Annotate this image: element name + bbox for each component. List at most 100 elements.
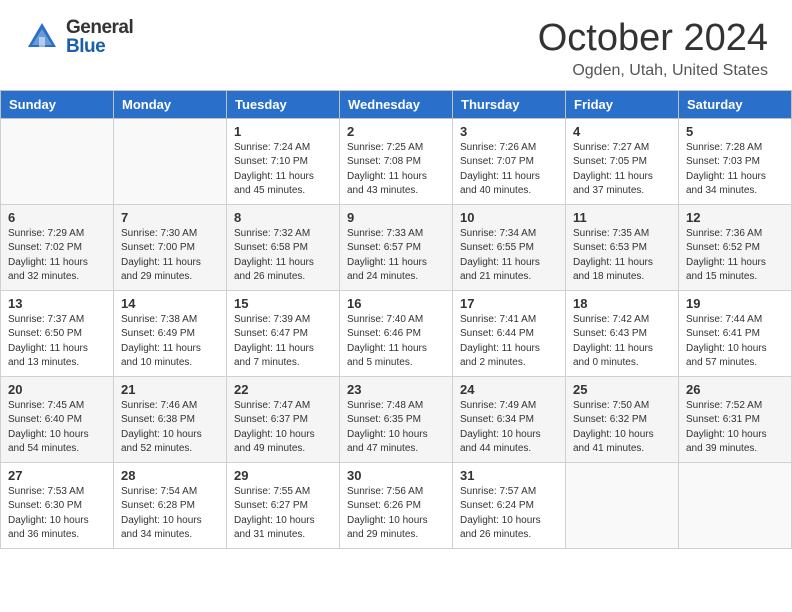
day-info: Sunrise: 7:50 AM Sunset: 6:32 PM Dayligh… [573,399,671,457]
day-info: Sunrise: 7:39 AM Sunset: 6:47 PM Dayligh… [234,313,332,371]
logo-general-text: General [66,18,133,37]
day-info: Sunrise: 7:52 AM Sunset: 6:31 PM Dayligh… [686,399,784,457]
month-title: October 2024 [538,18,768,60]
table-row: 25 Sunrise: 7:50 AM Sunset: 6:32 PM Dayli… [566,376,679,462]
col-friday: Friday [566,90,679,118]
day-number: 28 [121,468,219,483]
table-row: 1 Sunrise: 7:24 AM Sunset: 7:10 PM Daylig… [227,118,340,204]
table-row: 10 Sunrise: 7:34 AM Sunset: 6:55 PM Dayli… [453,204,566,290]
table-row: 31 Sunrise: 7:57 AM Sunset: 6:24 PM Dayli… [453,462,566,548]
day-info: Sunrise: 7:46 AM Sunset: 6:38 PM Dayligh… [121,399,219,457]
day-number: 5 [686,124,784,139]
day-info: Sunrise: 7:56 AM Sunset: 6:26 PM Dayligh… [347,485,445,543]
table-row: 5 Sunrise: 7:28 AM Sunset: 7:03 PM Daylig… [679,118,792,204]
day-info: Sunrise: 7:24 AM Sunset: 7:10 PM Dayligh… [234,141,332,199]
table-row: 13 Sunrise: 7:37 AM Sunset: 6:50 PM Dayli… [1,290,114,376]
day-info: Sunrise: 7:48 AM Sunset: 6:35 PM Dayligh… [347,399,445,457]
day-info: Sunrise: 7:40 AM Sunset: 6:46 PM Dayligh… [347,313,445,371]
table-row: 4 Sunrise: 7:27 AM Sunset: 7:05 PM Daylig… [566,118,679,204]
table-row [1,118,114,204]
location-title: Ogden, Utah, United States [538,62,768,80]
day-number: 23 [347,382,445,397]
day-number: 11 [573,210,671,225]
table-row: 20Sunrise: 7:45 AM Sunset: 6:40 PM Dayli… [1,376,114,462]
day-number: 14 [121,296,219,311]
day-number: 26 [686,382,784,397]
calendar-table: Sunday Monday Tuesday Wednesday Thursday… [0,90,792,549]
day-number: 4 [573,124,671,139]
table-row: 28 Sunrise: 7:54 AM Sunset: 6:28 PM Dayli… [114,462,227,548]
day-number: 25 [573,382,671,397]
calendar-week-row: 1 Sunrise: 7:24 AM Sunset: 7:10 PM Daylig… [1,118,792,204]
table-row: 19 Sunrise: 7:44 AM Sunset: 6:41 PM Dayli… [679,290,792,376]
day-info: Sunrise: 7:28 AM Sunset: 7:03 PM Dayligh… [686,141,784,199]
day-number: 7 [121,210,219,225]
day-info: Sunrise: 7:33 AM Sunset: 6:57 PM Dayligh… [347,227,445,285]
logo-blue-text: Blue [66,37,133,56]
calendar-week-row: 6Sunrise: 7:29 AM Sunset: 7:02 PM Daylig… [1,204,792,290]
day-info: Sunrise: 7:29 AM Sunset: 7:02 PM Dayligh… [8,227,106,285]
day-info: Sunrise: 7:54 AM Sunset: 6:28 PM Dayligh… [121,485,219,543]
calendar-header-row: Sunday Monday Tuesday Wednesday Thursday… [1,90,792,118]
day-number: 15 [234,296,332,311]
logo-name: General Blue [66,18,133,56]
day-info: Sunrise: 7:42 AM Sunset: 6:43 PM Dayligh… [573,313,671,371]
day-number: 29 [234,468,332,483]
table-row [114,118,227,204]
day-info: Sunrise: 7:41 AM Sunset: 6:44 PM Dayligh… [460,313,558,371]
day-info: Sunrise: 7:34 AM Sunset: 6:55 PM Dayligh… [460,227,558,285]
day-info: Sunrise: 7:37 AM Sunset: 6:50 PM Dayligh… [8,313,106,371]
day-number: 31 [460,468,558,483]
table-row: 12Sunrise: 7:36 AM Sunset: 6:52 PM Dayli… [679,204,792,290]
day-number: 30 [347,468,445,483]
table-row: 22Sunrise: 7:47 AM Sunset: 6:37 PM Dayli… [227,376,340,462]
calendar-week-row: 13 Sunrise: 7:37 AM Sunset: 6:50 PM Dayli… [1,290,792,376]
table-row: 6Sunrise: 7:29 AM Sunset: 7:02 PM Daylig… [1,204,114,290]
day-info: Sunrise: 7:25 AM Sunset: 7:08 PM Dayligh… [347,141,445,199]
day-info: Sunrise: 7:57 AM Sunset: 6:24 PM Dayligh… [460,485,558,543]
day-number: 8 [234,210,332,225]
day-number: 1 [234,124,332,139]
table-row: 11 Sunrise: 7:35 AM Sunset: 6:53 PM Dayli… [566,204,679,290]
day-info: Sunrise: 7:49 AM Sunset: 6:34 PM Dayligh… [460,399,558,457]
logo-icon [24,19,60,55]
table-row: 9 Sunrise: 7:33 AM Sunset: 6:57 PM Daylig… [340,204,453,290]
page: General Blue October 2024 Ogden, Utah, U… [0,0,792,612]
day-info: Sunrise: 7:32 AM Sunset: 6:58 PM Dayligh… [234,227,332,285]
logo: General Blue [24,18,133,56]
day-info: Sunrise: 7:27 AM Sunset: 7:05 PM Dayligh… [573,141,671,199]
col-saturday: Saturday [679,90,792,118]
table-row: 3Sunrise: 7:26 AM Sunset: 7:07 PM Daylig… [453,118,566,204]
day-info: Sunrise: 7:35 AM Sunset: 6:53 PM Dayligh… [573,227,671,285]
table-row: 26 Sunrise: 7:52 AM Sunset: 6:31 PM Dayli… [679,376,792,462]
col-thursday: Thursday [453,90,566,118]
table-row: 14 Sunrise: 7:38 AM Sunset: 6:49 PM Dayli… [114,290,227,376]
table-row: 18Sunrise: 7:42 AM Sunset: 6:43 PM Dayli… [566,290,679,376]
day-number: 9 [347,210,445,225]
table-row: 27Sunrise: 7:53 AM Sunset: 6:30 PM Dayli… [1,462,114,548]
calendar-week-row: 27Sunrise: 7:53 AM Sunset: 6:30 PM Dayli… [1,462,792,548]
col-monday: Monday [114,90,227,118]
day-info: Sunrise: 7:38 AM Sunset: 6:49 PM Dayligh… [121,313,219,371]
col-sunday: Sunday [1,90,114,118]
day-number: 19 [686,296,784,311]
table-row: 24 Sunrise: 7:49 AM Sunset: 6:34 PM Dayli… [453,376,566,462]
day-info: Sunrise: 7:44 AM Sunset: 6:41 PM Dayligh… [686,313,784,371]
day-number: 13 [8,296,106,311]
table-row: 29 Sunrise: 7:55 AM Sunset: 6:27 PM Dayli… [227,462,340,548]
table-row: 21Sunrise: 7:46 AM Sunset: 6:38 PM Dayli… [114,376,227,462]
day-info: Sunrise: 7:47 AM Sunset: 6:37 PM Dayligh… [234,399,332,457]
col-wednesday: Wednesday [340,90,453,118]
day-info: Sunrise: 7:30 AM Sunset: 7:00 PM Dayligh… [121,227,219,285]
table-row [566,462,679,548]
day-number: 10 [460,210,558,225]
day-info: Sunrise: 7:26 AM Sunset: 7:07 PM Dayligh… [460,141,558,199]
day-info: Sunrise: 7:53 AM Sunset: 6:30 PM Dayligh… [8,485,106,543]
table-row: 23 Sunrise: 7:48 AM Sunset: 6:35 PM Dayli… [340,376,453,462]
table-row [679,462,792,548]
day-info: Sunrise: 7:36 AM Sunset: 6:52 PM Dayligh… [686,227,784,285]
day-info: Sunrise: 7:55 AM Sunset: 6:27 PM Dayligh… [234,485,332,543]
day-number: 24 [460,382,558,397]
day-number: 2 [347,124,445,139]
table-row: 16Sunrise: 7:40 AM Sunset: 6:46 PM Dayli… [340,290,453,376]
